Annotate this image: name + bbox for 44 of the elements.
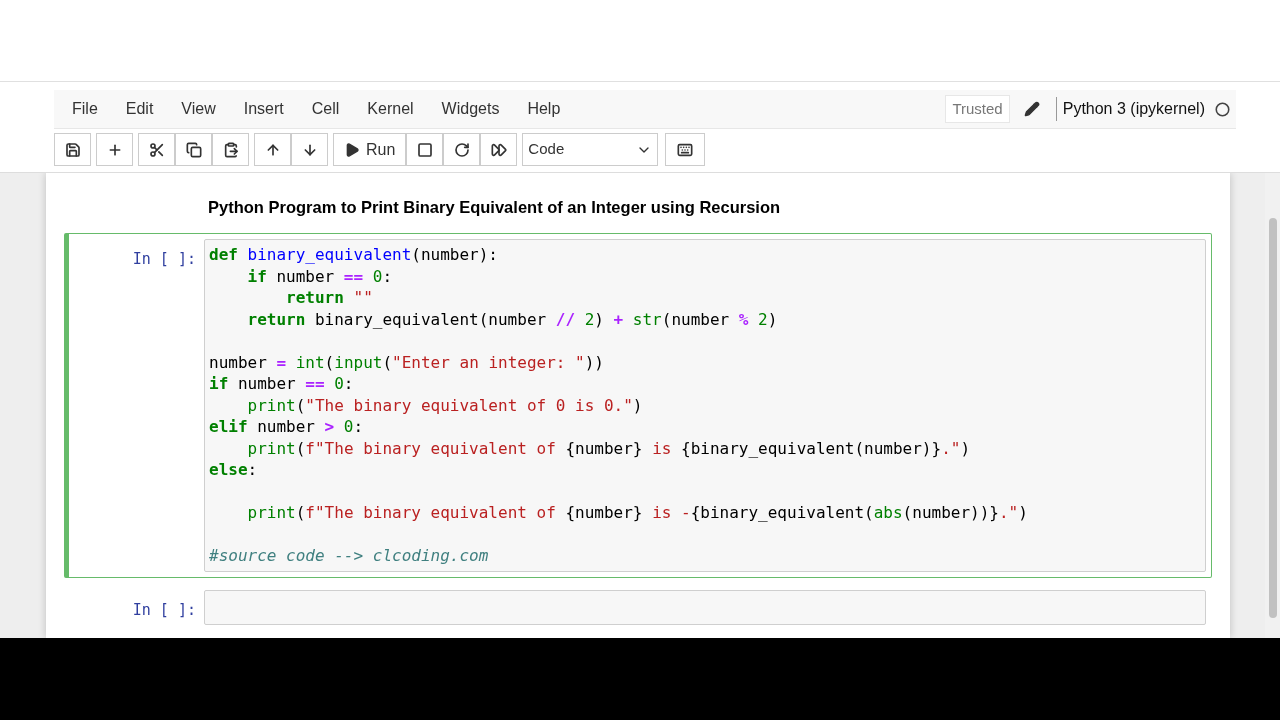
cell-prompt: In [ ]: bbox=[132, 249, 196, 270]
markdown-heading: Python Program to Print Binary Equivalent of an Integer using Recursion bbox=[208, 198, 781, 216]
code-line: if number == 0: bbox=[246, 265, 393, 287]
trusted-indicator[interactable]: Trusted bbox=[945, 94, 1010, 124]
code-line: print("The binary equivalent of 0 is 0.") bbox=[246, 394, 643, 416]
paste-icon[interactable] bbox=[212, 133, 249, 166]
menu-item[interactable]: Cell bbox=[297, 89, 354, 129]
code-line: if number == 0: bbox=[209, 373, 354, 395]
menu-item[interactable]: Kernel bbox=[353, 89, 428, 129]
cell-prompt: In [ ]: bbox=[132, 599, 196, 621]
add-icon[interactable] bbox=[96, 133, 133, 166]
menu-item[interactable]: View bbox=[167, 89, 230, 129]
kernel-status-icon bbox=[1215, 101, 1230, 117]
code-line: elif number > 0: bbox=[209, 416, 364, 438]
menu-item[interactable]: Widgets bbox=[427, 89, 514, 129]
cell-type-select[interactable]: Code bbox=[522, 133, 659, 166]
keyboard-icon[interactable] bbox=[665, 133, 706, 166]
menu-item[interactable]: Edit bbox=[111, 89, 168, 129]
menu-item[interactable]: Help bbox=[513, 89, 575, 129]
fast-forward-icon[interactable] bbox=[480, 133, 518, 166]
play-icon bbox=[344, 141, 360, 158]
copy-icon[interactable] bbox=[175, 133, 212, 166]
code-line: else: bbox=[209, 459, 258, 481]
kernel-name: Python 3 (ipykernel) bbox=[1062, 99, 1205, 119]
code-line: print(f"The binary equivalent of {number} is {binary_equivalent(number)}.") bbox=[246, 437, 971, 459]
code-line: print(f"The binary equivalent of {number} is -{binary_equivalent(abs(number))}.") bbox=[246, 502, 1028, 524]
code-line: def binary_equivalent(number): bbox=[209, 244, 498, 266]
notebook-cell[interactable] bbox=[64, 233, 1212, 578]
restart-icon[interactable] bbox=[443, 133, 481, 166]
stop-icon[interactable] bbox=[406, 133, 444, 166]
menu-item[interactable]: Insert bbox=[229, 89, 298, 129]
code-line: return "" bbox=[285, 287, 373, 309]
arrow-up-icon[interactable] bbox=[254, 133, 291, 166]
notebook-cell[interactable]: In [ ]: bbox=[64, 583, 1212, 631]
edit-icon[interactable] bbox=[1023, 101, 1040, 117]
code-line: number = int(input("Enter an integer: ")) bbox=[209, 351, 604, 373]
menu-item[interactable]: File bbox=[58, 89, 112, 129]
run-button[interactable]: Run bbox=[333, 133, 407, 166]
arrow-down-icon[interactable] bbox=[291, 133, 328, 166]
code-line: #source code --> clcoding.com bbox=[209, 545, 489, 567]
save-icon[interactable] bbox=[54, 133, 91, 166]
code-editor[interactable] bbox=[204, 239, 1206, 572]
code-line: return binary_equivalent(number // 2) + str(number % 2) bbox=[246, 308, 778, 330]
scissors-icon[interactable] bbox=[138, 133, 175, 166]
